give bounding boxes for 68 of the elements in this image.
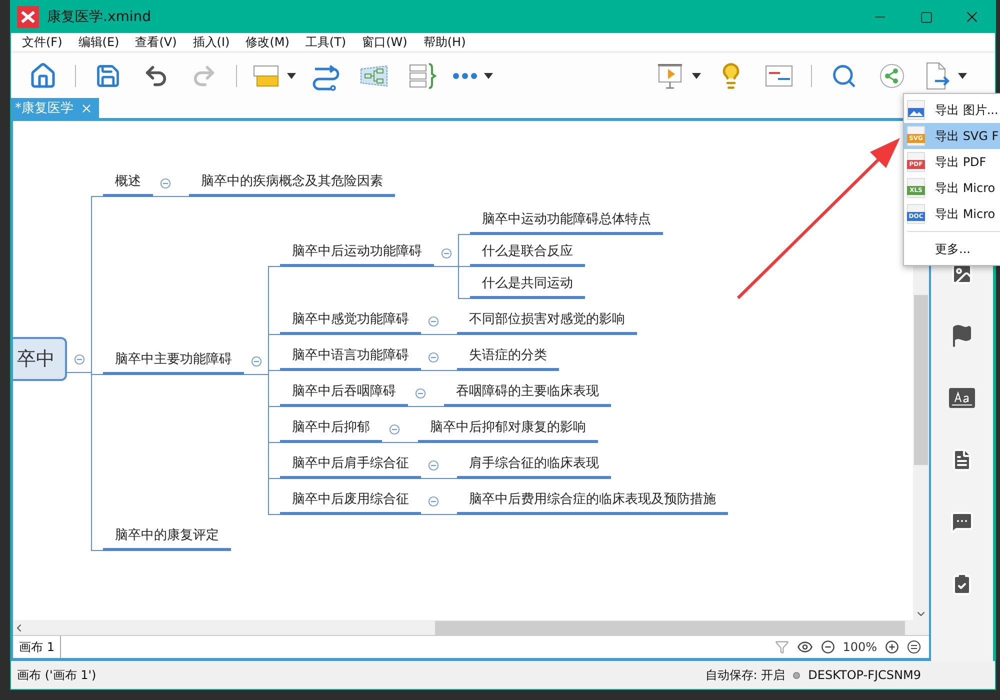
topic[interactable]: 脑卒中后肩手综合征 bbox=[280, 451, 421, 479]
menu-item[interactable]: 查看(V) bbox=[128, 34, 184, 50]
redo-icon bbox=[191, 63, 217, 89]
topic[interactable]: 什么是联合反应 bbox=[470, 239, 585, 267]
image-file-icon bbox=[907, 100, 925, 120]
zoom-out-icon[interactable] bbox=[820, 640, 835, 654]
topic[interactable]: 脑卒中后吞咽障碍 bbox=[280, 379, 408, 407]
menu-item[interactable]: 插入(I) bbox=[186, 34, 237, 50]
window-title: 康复医学.xmind bbox=[47, 8, 152, 26]
more-icon bbox=[452, 72, 478, 80]
menu-item[interactable]: 导出 图片... bbox=[904, 97, 1000, 123]
topic[interactable]: 脑卒中的疾病概念及其危险因素 bbox=[189, 169, 395, 197]
collapse-icon[interactable] bbox=[428, 496, 438, 506]
caret-icon[interactable] bbox=[287, 73, 296, 79]
status-dot-icon bbox=[793, 672, 800, 678]
menu-item[interactable]: 窗口(W) bbox=[355, 34, 414, 50]
collapse-icon[interactable] bbox=[250, 356, 262, 366]
topic[interactable]: 概述 bbox=[103, 169, 153, 197]
topic[interactable]: 肩手综合征的临床表现 bbox=[457, 451, 611, 479]
collapse-icon[interactable] bbox=[428, 316, 438, 326]
topic[interactable]: 脑卒中后废用综合征 bbox=[280, 487, 421, 515]
topic[interactable]: 脑卒中后抑郁 bbox=[280, 415, 382, 443]
menu-item[interactable]: 编辑(E) bbox=[71, 34, 126, 50]
eye-icon[interactable] bbox=[796, 639, 813, 655]
undo-icon bbox=[143, 63, 169, 89]
summary-icon bbox=[407, 61, 437, 91]
topic[interactable]: 脑卒中语言功能障碍 bbox=[280, 343, 421, 371]
topic[interactable]: 脑卒中主要功能障碍 bbox=[103, 347, 244, 375]
zoom-level: 100% bbox=[842, 640, 877, 654]
filter-icon[interactable] bbox=[774, 640, 789, 654]
search-icon bbox=[831, 63, 857, 89]
share-icon bbox=[879, 63, 905, 89]
collapse-icon[interactable] bbox=[414, 388, 426, 398]
caret-icon[interactable] bbox=[484, 73, 493, 79]
home-icon bbox=[29, 62, 57, 90]
collapse-icon[interactable] bbox=[428, 352, 438, 362]
topic[interactable]: 失语症的分类 bbox=[457, 343, 559, 371]
collapse-icon[interactable] bbox=[160, 178, 170, 188]
menu-item[interactable]: 文件(F) bbox=[15, 34, 70, 50]
topic[interactable]: 脑卒中运动功能障碍总体特点 bbox=[470, 207, 663, 235]
autosave-status: 自动保存: 开启 bbox=[705, 666, 786, 684]
collapse-icon[interactable] bbox=[74, 354, 84, 364]
topic[interactable]: 脑卒中后费用综合症的临床表现及预防措施 bbox=[457, 487, 728, 515]
computer-name: DESKTOP-FJCSNM9 bbox=[808, 668, 921, 682]
caret-icon[interactable] bbox=[958, 73, 967, 79]
collapse-icon[interactable] bbox=[428, 460, 438, 470]
menu-item[interactable]: 修改(M) bbox=[238, 34, 296, 50]
central-topic[interactable]: 卒中 bbox=[13, 337, 67, 381]
close-tab-icon[interactable] bbox=[80, 102, 92, 114]
topic[interactable]: 脑卒中后运动功能障碍 bbox=[280, 239, 434, 267]
fit-icon[interactable] bbox=[907, 640, 921, 654]
topic[interactable]: 吞咽障碍的主要临床表现 bbox=[444, 379, 611, 407]
topic[interactable]: 什么是共同运动 bbox=[470, 271, 585, 299]
collapse-icon[interactable] bbox=[388, 424, 400, 434]
app-logo-icon bbox=[17, 6, 39, 28]
topic[interactable]: 脑卒中感觉功能障碍 bbox=[280, 307, 421, 335]
caret-icon[interactable] bbox=[692, 73, 701, 79]
topic[interactable]: 脑卒中后抑郁对康复的影响 bbox=[418, 415, 598, 443]
menu-item[interactable]: 更多... bbox=[904, 236, 1000, 262]
status-text: 画布 ('画布 1') bbox=[17, 666, 96, 684]
zoom-in-icon[interactable] bbox=[885, 640, 899, 654]
collapse-icon[interactable] bbox=[440, 248, 452, 258]
maximize-icon[interactable] bbox=[920, 10, 932, 24]
menu-item[interactable]: 帮助(H) bbox=[416, 34, 473, 50]
topic[interactable]: 脑卒中的康复评定 bbox=[103, 523, 231, 551]
topic[interactable]: 不同部位损害对感觉的影响 bbox=[457, 307, 637, 335]
save-icon bbox=[95, 63, 121, 89]
menu-item[interactable]: 工具(T) bbox=[298, 34, 354, 50]
